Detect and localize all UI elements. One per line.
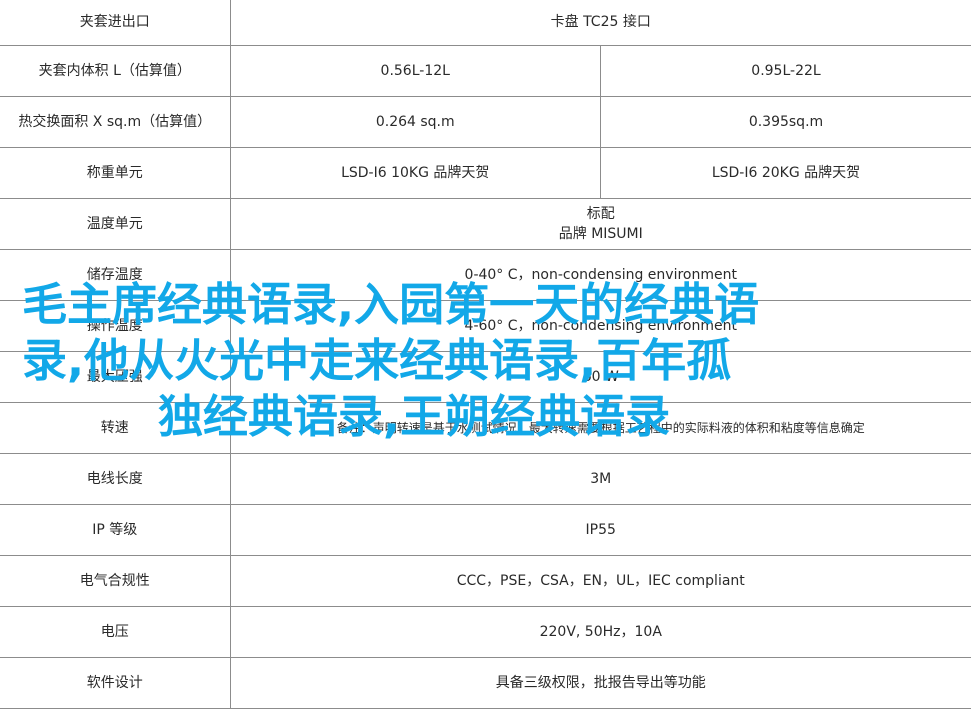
row-value: 备注：声明转速是基于水测试情况，最大转速需要根据工艺程中的实际料液的体积和粘度等… [230, 402, 971, 454]
row-value: 220V, 50Hz，10A [230, 606, 971, 658]
row-label: 电气合规性 [0, 555, 231, 607]
table-row: 电气合规性 CCC，PSE，CSA，EN，UL，IEC compliant [0, 555, 971, 607]
row-value: 4-60° C，non-condensing environment [230, 300, 971, 352]
table-row: 热交换面积 X sq.m（估算值） 0.264 sq.m 0.395sq.m [0, 96, 971, 148]
table-row: 软件设计 具备三级权限，批报告导出等功能 [0, 657, 971, 709]
table-row: 电压 220V, 50Hz，10A [0, 606, 971, 658]
table-row: 称重单元 LSD-I6 10KG 品牌天贺 LSD-I6 20KG 品牌天贺 [0, 147, 971, 199]
row-label: 软件设计 [0, 657, 231, 709]
row-value: CCC，PSE，CSA，EN，UL，IEC compliant [230, 555, 971, 607]
row-value-large: 0.95L-22L [600, 45, 971, 97]
row-value: 3M [230, 453, 971, 505]
spec-table-body: 夹套进出口 卡盘 TC25 接口 夹套内体积 L（估算值） 0.56L-12L … [0, 0, 971, 709]
row-label: 转速 [0, 402, 231, 454]
spec-table: 夹套进出口 卡盘 TC25 接口 夹套内体积 L（估算值） 0.56L-12L … [0, 0, 971, 709]
table-row: 转速 备注：声明转速是基于水测试情况，最大转速需要根据工艺程中的实际料液的体积和… [0, 402, 971, 454]
table-row: 夹套内体积 L（估算值） 0.56L-12L 0.95L-22L [0, 45, 971, 97]
row-value: 标配 品牌 MISUMI [230, 198, 971, 250]
row-label: 温度单元 [0, 198, 231, 250]
row-label: 夹套进出口 [0, 0, 231, 46]
row-value: IP55 [230, 504, 971, 556]
row-value-small: LSD-I6 10KG 品牌天贺 [230, 147, 601, 199]
row-value: 卡盘 TC25 接口 [230, 0, 971, 46]
row-label: 夹套内体积 L（估算值） [0, 45, 231, 97]
row-label: 电线长度 [0, 453, 231, 505]
table-row: 操作温度 4-60° C，non-condensing environment [0, 300, 971, 352]
row-label: IP 等级 [0, 504, 231, 556]
row-label: 操作温度 [0, 300, 231, 352]
row-value: 0-40° C，non-condensing environment [230, 249, 971, 301]
table-row: 电线长度 3M [0, 453, 971, 505]
row-value: 具备三级权限，批报告导出等功能 [230, 657, 971, 709]
row-label: 储存温度 [0, 249, 231, 301]
row-value-line: 标配 [586, 205, 615, 222]
row-value-large: LSD-I6 20KG 品牌天贺 [600, 147, 971, 199]
table-row: IP 等级 IP55 [0, 504, 971, 556]
table-row: 最大压强 60 W [0, 351, 971, 403]
table-row: 储存温度 0-40° C，non-condensing environment [0, 249, 971, 301]
row-value: 60 W [230, 351, 971, 403]
row-label: 热交换面积 X sq.m（估算值） [0, 96, 231, 148]
row-label: 称重单元 [0, 147, 231, 199]
row-value-small: 0.56L-12L [230, 45, 601, 97]
row-value-small: 0.264 sq.m [230, 96, 601, 148]
row-value-line: 品牌 MISUMI [558, 225, 643, 242]
row-value-large: 0.395sq.m [600, 96, 971, 148]
table-row: 温度单元 标配 品牌 MISUMI [0, 198, 971, 250]
row-label: 电压 [0, 606, 231, 658]
table-row: 夹套进出口 卡盘 TC25 接口 [0, 0, 971, 46]
row-label: 最大压强 [0, 351, 231, 403]
